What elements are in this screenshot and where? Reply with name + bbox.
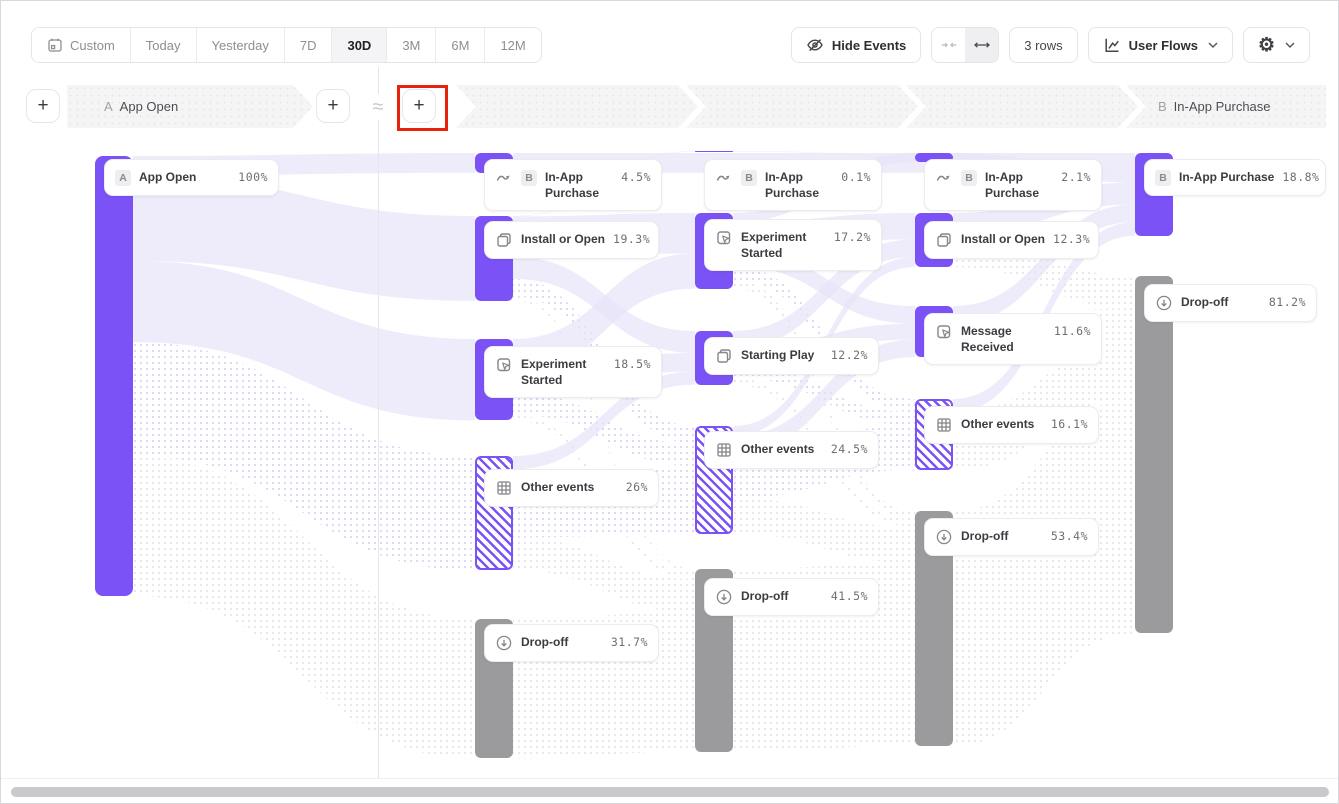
user-flows-report: Custom Today Yesterday 7D 30D 3M 6M 12M xyxy=(0,0,1339,804)
node-label: App Open xyxy=(139,169,196,185)
node-percentage: 41.5% xyxy=(831,588,868,603)
node-label: In-App Purchase xyxy=(1179,169,1274,185)
node-label: Message Received xyxy=(961,323,1046,355)
flow-node-install-or-open[interactable]: Install or Open 12.3% xyxy=(924,221,1099,259)
dropoff-icon xyxy=(715,588,733,606)
grid-icon xyxy=(935,416,953,434)
node-label: Experiment Started xyxy=(741,229,826,261)
flow-node-in-app-purchase[interactable]: B In-App Purchase 2.1% xyxy=(924,159,1102,211)
node-percentage: 18.5% xyxy=(614,356,651,371)
node-percentage: 0.1% xyxy=(841,169,871,184)
node-percentage: 100% xyxy=(238,169,268,184)
node-percentage: 81.2% xyxy=(1269,294,1306,309)
node-percentage: 16.1% xyxy=(1051,416,1088,431)
dropoff-icon xyxy=(495,634,513,652)
node-label: Other events xyxy=(961,416,1034,432)
flow-node-experiment-started[interactable]: Experiment Started 18.5% xyxy=(484,346,662,398)
node-percentage: 53.4% xyxy=(1051,528,1088,543)
node-label: Drop-off xyxy=(1181,294,1228,310)
flows-canvas: A App Open 100% B In-App Purchase 4.5% I… xyxy=(1,1,1338,803)
flow-node-drop-off[interactable]: Drop-off 41.5% xyxy=(704,578,879,616)
node-label: In-App Purchase xyxy=(765,169,833,201)
flow-node-app-open[interactable]: A App Open 100% xyxy=(104,159,279,196)
node-percentage: 2.1% xyxy=(1061,169,1091,184)
node-percentage: 11.6% xyxy=(1054,323,1091,338)
node-badge: B xyxy=(521,170,537,186)
node-label: Drop-off xyxy=(961,528,1008,544)
flow-node-in-app-purchase[interactable]: B In-App Purchase 4.5% xyxy=(484,159,662,211)
flow-node-starting-play[interactable]: Starting Play 12.2% xyxy=(704,337,879,375)
flow-node-experiment-started[interactable]: Experiment Started 17.2% xyxy=(704,219,882,271)
node-label: Starting Play xyxy=(741,347,814,363)
node-percentage: 17.2% xyxy=(834,229,871,244)
flow-ribbon xyxy=(513,537,695,612)
flow-node-drop-off[interactable]: Drop-off 31.7% xyxy=(484,624,659,662)
node-badge: A xyxy=(115,170,131,186)
flow-node-in-app-purchase[interactable]: B In-App Purchase 0.1% xyxy=(704,159,882,211)
flow-node-in-app-purchase[interactable]: B In-App Purchase 18.8% xyxy=(1144,159,1326,196)
node-label: Drop-off xyxy=(521,634,568,650)
flow-node-other-events[interactable]: Other events 24.5% xyxy=(704,431,879,469)
grid-icon xyxy=(715,441,733,459)
node-percentage: 12.3% xyxy=(1053,231,1090,246)
flow-bar-app-open[interactable] xyxy=(95,156,133,596)
flow-node-drop-off[interactable]: Drop-off 81.2% xyxy=(1144,284,1317,322)
node-percentage: 18.8% xyxy=(1282,169,1319,184)
node-label: In-App Purchase xyxy=(545,169,613,201)
skip-icon xyxy=(935,169,953,187)
node-label: Other events xyxy=(741,441,814,457)
node-label: Install or Open xyxy=(521,231,605,247)
node-percentage: 31.7% xyxy=(611,634,648,649)
flow-bar-in-app-purchase[interactable] xyxy=(695,151,733,152)
dropoff-icon xyxy=(1155,294,1173,312)
action-icon xyxy=(935,323,953,341)
node-percentage: 24.5% xyxy=(831,441,868,456)
dropoff-icon xyxy=(935,528,953,546)
node-percentage: 26% xyxy=(626,479,648,494)
flow-node-other-events[interactable]: Other events 16.1% xyxy=(924,406,1099,444)
action-icon xyxy=(715,229,733,247)
node-badge: B xyxy=(961,170,977,186)
flow-node-other-events[interactable]: Other events 26% xyxy=(484,469,659,507)
copy-icon xyxy=(495,231,513,249)
grid-icon xyxy=(495,479,513,497)
node-label: Install or Open xyxy=(961,231,1045,247)
skip-icon xyxy=(715,169,733,187)
node-label: Other events xyxy=(521,479,594,495)
flow-node-drop-off[interactable]: Drop-off 53.4% xyxy=(924,518,1099,556)
skip-icon xyxy=(495,169,513,187)
node-badge: B xyxy=(1155,170,1171,186)
flow-bar-drop-off[interactable] xyxy=(1135,276,1173,633)
node-label: Experiment Started xyxy=(521,356,606,388)
node-label: Drop-off xyxy=(741,588,788,604)
node-label: In-App Purchase xyxy=(985,169,1053,201)
action-icon xyxy=(495,356,513,374)
copy-icon xyxy=(935,231,953,249)
node-percentage: 4.5% xyxy=(621,169,651,184)
node-badge: B xyxy=(741,170,757,186)
node-percentage: 12.2% xyxy=(831,347,868,362)
flow-node-message-received[interactable]: Message Received 11.6% xyxy=(924,313,1102,365)
copy-icon xyxy=(715,347,733,365)
flow-node-install-or-open[interactable]: Install or Open 19.3% xyxy=(484,221,659,259)
node-percentage: 19.3% xyxy=(613,231,650,246)
